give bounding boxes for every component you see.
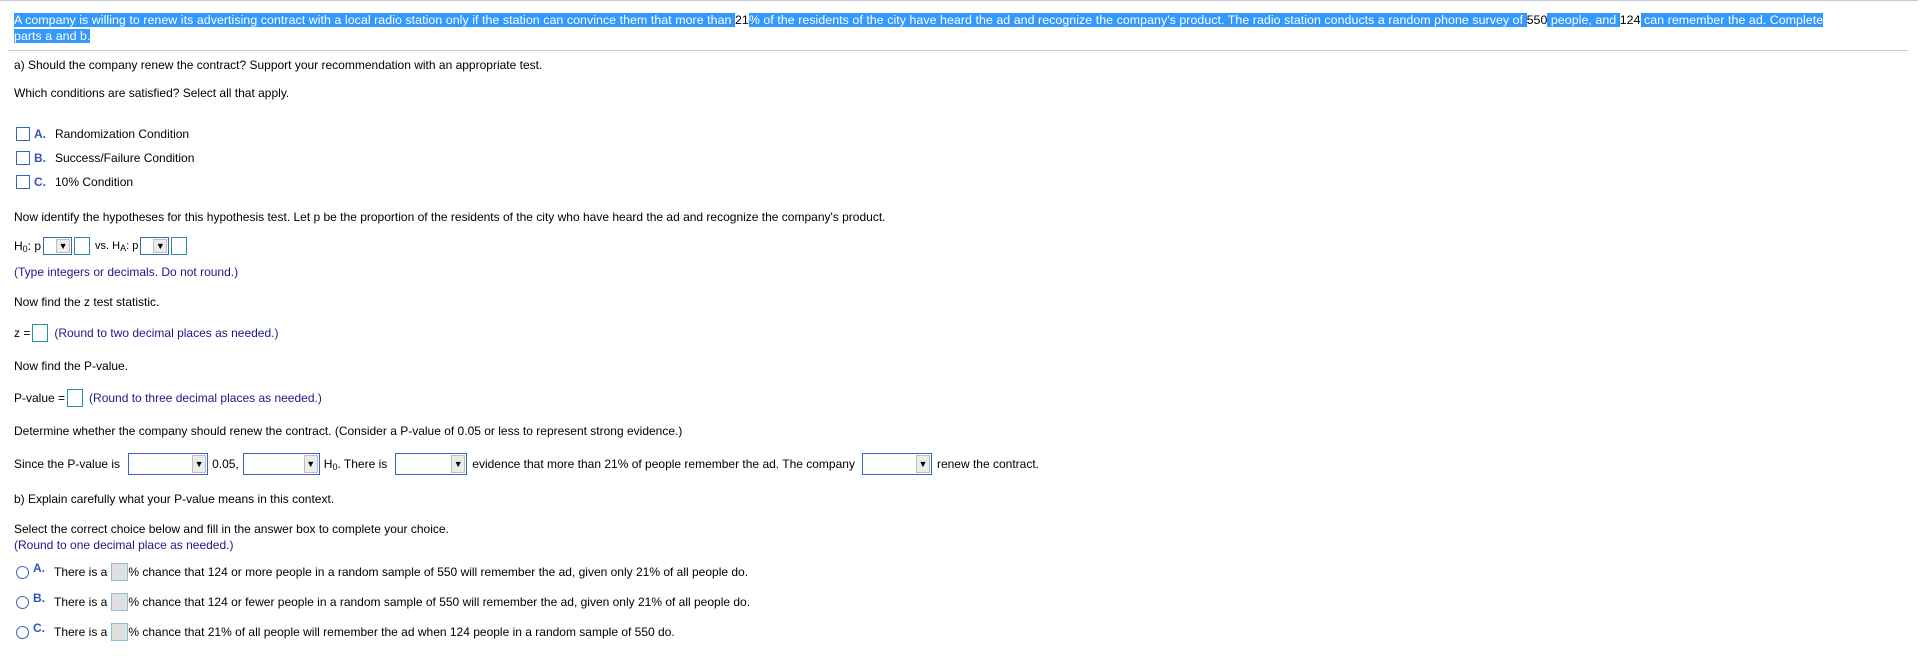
z-hint: (Round to two decimal places as needed.) xyxy=(54,326,279,340)
choice-pre-text: There is a xyxy=(54,565,108,579)
intro-text: % of the residents of the city have hear… xyxy=(748,13,1527,27)
z-label: z = xyxy=(14,326,31,340)
dropdown-arrow-icon: ▼ xyxy=(303,455,318,473)
condition-label: Randomization Condition xyxy=(55,127,190,141)
condition-label: Success/Failure Condition xyxy=(55,151,195,165)
choice-c-radio[interactable] xyxy=(16,625,29,639)
evidence-select[interactable]: ▼ xyxy=(395,453,468,475)
condition-letter: A. xyxy=(34,127,46,141)
dropdown-arrow-icon: ▼ xyxy=(192,455,207,473)
choice-post-text: % chance that 124 or fewer people in a r… xyxy=(128,595,751,609)
ha-label: vs. HA: p xyxy=(95,239,139,253)
choice-a-radio[interactable] xyxy=(16,565,29,579)
top-border xyxy=(0,0,1918,1)
choice-pre-text: There is a xyxy=(54,595,108,609)
condition-b-checkbox[interactable] xyxy=(16,151,30,165)
dropdown-arrow-icon: ▼ xyxy=(451,455,466,473)
condition-label: 10% Condition xyxy=(55,175,134,189)
choice-letter: C. xyxy=(33,621,45,635)
p-value-hint: (Round to three decimal places as needed… xyxy=(89,391,322,405)
p-value-input[interactable] xyxy=(67,389,84,407)
alpha-text: 0.05, xyxy=(212,457,239,471)
reject-select[interactable]: ▼ xyxy=(242,453,320,475)
condition-a[interactable]: A. Randomization Condition xyxy=(16,127,189,141)
decision-prompt: Determine whether the company should ren… xyxy=(14,424,683,438)
choice-letter: B. xyxy=(33,591,45,605)
renew-text: renew the contract. xyxy=(936,457,1040,471)
intro-text: A company is willing to renew its advert… xyxy=(14,13,735,27)
choice-post-text: % chance that 21% of all people will rem… xyxy=(128,625,675,639)
intro-remember-count: 124 xyxy=(1619,13,1641,27)
intro-sample-size: 550 xyxy=(1526,13,1548,27)
part-b-hint: (Round to one decimal place as needed.) xyxy=(14,538,234,552)
hypotheses-row: H0: p ▼ vs. HA: p ▼ xyxy=(14,237,188,255)
condition-letter: C. xyxy=(34,175,46,189)
dropdown-arrow-icon: ▼ xyxy=(56,239,71,253)
z-input[interactable] xyxy=(32,324,49,342)
dropdown-arrow-icon: ▼ xyxy=(153,239,168,253)
p-value-label: P-value = xyxy=(14,391,66,405)
problem-intro: A company is willing to renew its advert… xyxy=(14,12,1914,44)
evidence-text: evidence that more than 21% of people re… xyxy=(472,457,855,471)
condition-a-checkbox[interactable] xyxy=(16,127,30,141)
ha-operator-select[interactable]: ▼ xyxy=(140,237,170,255)
p-value-row: P-value = (Round to three decimal places… xyxy=(14,389,322,407)
h0-value-input[interactable] xyxy=(74,237,91,255)
conditions-prompt: Which conditions are satisfied? Select a… xyxy=(14,86,290,100)
renew-select[interactable]: ▼ xyxy=(861,453,932,475)
choice-a[interactable]: A. There is a % chance that 124 or more … xyxy=(16,561,749,581)
condition-c[interactable]: C. 10% Condition xyxy=(16,175,133,189)
condition-letter: B. xyxy=(34,151,46,165)
intro-percent-value: 21 xyxy=(734,13,749,27)
hypotheses-prompt: Now identify the hypotheses for this hyp… xyxy=(14,210,886,224)
decision-row: Since the P-value is ▼ 0.05, ▼ H0. There… xyxy=(14,453,1039,475)
choice-b[interactable]: B. There is a % chance that 124 or fewer… xyxy=(16,591,751,611)
comparison-select[interactable]: ▼ xyxy=(128,453,209,475)
intro-text-line2: parts a and b. xyxy=(14,29,91,43)
choice-b-input[interactable] xyxy=(111,593,129,611)
choice-letter: A. xyxy=(33,561,45,575)
condition-b[interactable]: B. Success/Failure Condition xyxy=(16,151,194,165)
intro-text: people, and xyxy=(1547,13,1620,27)
condition-c-checkbox[interactable] xyxy=(16,175,30,189)
divider xyxy=(8,50,1908,51)
p-value-prompt: Now find the P-value. xyxy=(14,359,129,373)
h0-label: H0: p xyxy=(14,238,42,254)
choice-post-text: % chance that 124 or more people in a ra… xyxy=(128,565,749,579)
since-text: Since the P-value is xyxy=(14,457,121,471)
choice-c-input[interactable] xyxy=(111,623,129,641)
part-b-prompt: Select the correct choice below and fill… xyxy=(14,522,449,536)
dropdown-arrow-icon: ▼ xyxy=(915,455,930,473)
choice-b-radio[interactable] xyxy=(16,595,29,609)
h0-operator-select[interactable]: ▼ xyxy=(43,237,73,255)
part-b-question: b) Explain carefully what your P-value m… xyxy=(14,492,335,506)
choice-c[interactable]: C. There is a % chance that 21% of all p… xyxy=(16,621,675,641)
choice-pre-text: There is a xyxy=(54,625,108,639)
choice-a-input[interactable] xyxy=(111,563,129,581)
intro-text: can remember the ad. Complete xyxy=(1640,13,1824,27)
ha-value-input[interactable] xyxy=(171,237,188,255)
h0-text: H0. There is xyxy=(323,456,388,472)
hypotheses-hint: (Type integers or decimals. Do not round… xyxy=(14,265,239,279)
z-row: z = (Round to two decimal places as need… xyxy=(14,324,278,342)
z-prompt: Now find the z test statistic. xyxy=(14,295,160,309)
part-a-question: a) Should the company renew the contract… xyxy=(14,58,543,72)
